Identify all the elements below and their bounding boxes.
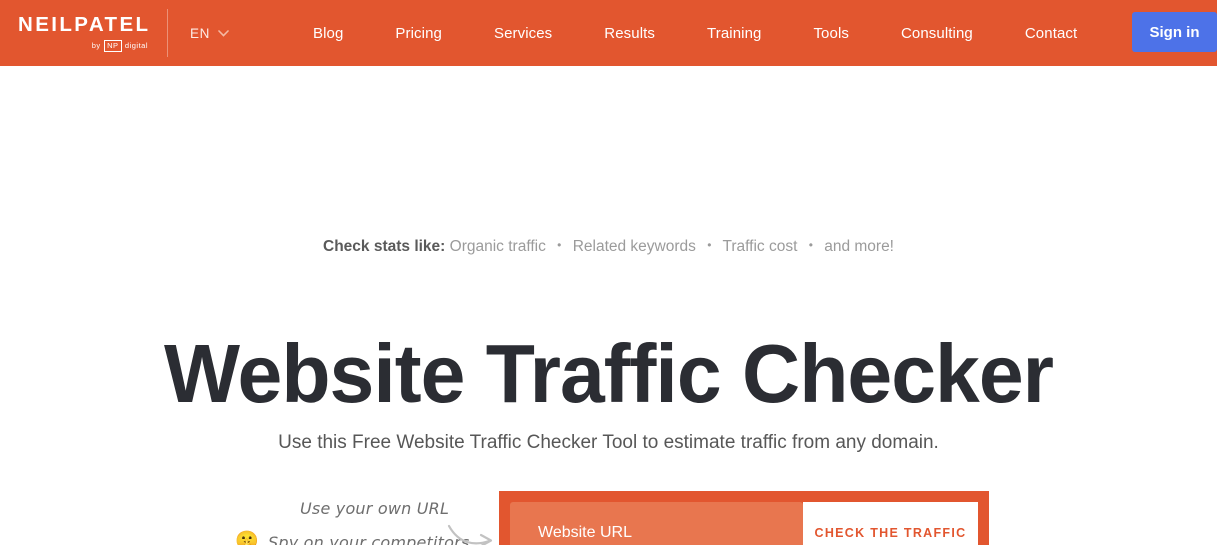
handwritten-annotations: Use your own URL 🤫 Spy on your competito… xyxy=(232,496,502,545)
page-subtitle: Use this Free Website Traffic Checker To… xyxy=(278,432,939,453)
eyebrow-item-and-more: and more! xyxy=(824,238,894,255)
nav-item-pricing[interactable]: Pricing xyxy=(369,25,468,42)
nav-item-results[interactable]: Results xyxy=(578,25,681,42)
page-title: Website Traffic Checker xyxy=(163,326,1054,420)
logo-tagline-digital: digital xyxy=(124,41,148,51)
nav-item-consulting[interactable]: Consulting xyxy=(875,25,999,42)
logo-wordmark: NEILPATEL xyxy=(18,12,151,36)
primary-nav: Blog Pricing Services Results Training T… xyxy=(287,25,1217,42)
eyebrow-separator: • xyxy=(557,238,562,252)
nav-item-training[interactable]: Training xyxy=(681,25,787,42)
nav-item-contact[interactable]: Contact xyxy=(999,25,1103,42)
site-header: NEILPATEL by NP digital EN Blog Pricing … xyxy=(0,0,1217,66)
eyebrow-separator: • xyxy=(707,238,712,252)
check-the-traffic-button[interactable]: CHECK THE TRAFFIC xyxy=(803,502,978,545)
annotation-use-your-own-url: Use your own URL xyxy=(300,499,450,518)
annotation-spy-on-competitors: Spy on your competitors xyxy=(268,533,470,545)
eyebrow-prefix: Check stats like: xyxy=(323,238,446,255)
shushing-face-emoji: 🤫 xyxy=(235,531,259,545)
eyebrow-item-related-keywords: Related keywords xyxy=(572,238,696,255)
logo-tagline: by NP digital xyxy=(92,40,150,52)
eyebrow-item-organic-traffic: Organic traffic xyxy=(449,238,546,255)
eyebrow-separator: • xyxy=(808,238,813,252)
hero-section: Check stats like: Organic traffic • Rela… xyxy=(0,66,1217,545)
nav-item-blog[interactable]: Blog xyxy=(287,25,369,42)
sign-in-button[interactable]: Sign in xyxy=(1132,12,1217,52)
website-url-input[interactable] xyxy=(510,502,803,545)
language-selector[interactable]: EN xyxy=(190,26,229,41)
nav-item-tools[interactable]: Tools xyxy=(787,25,875,42)
header-divider xyxy=(167,9,168,57)
nav-item-services[interactable]: Services xyxy=(468,25,578,42)
logo-tagline-by: by xyxy=(91,41,101,51)
chevron-down-icon xyxy=(218,29,229,37)
language-label: EN xyxy=(190,25,210,41)
curved-arrow-icon xyxy=(447,518,497,545)
logo[interactable]: NEILPATEL by NP digital xyxy=(0,12,151,52)
logo-tagline-np-badge: NP xyxy=(103,40,122,52)
traffic-check-form: CHECK THE TRAFFIC xyxy=(499,491,989,545)
stats-eyebrow: Check stats like: Organic traffic • Rela… xyxy=(0,238,1217,256)
eyebrow-item-traffic-cost: Traffic cost xyxy=(722,238,798,255)
